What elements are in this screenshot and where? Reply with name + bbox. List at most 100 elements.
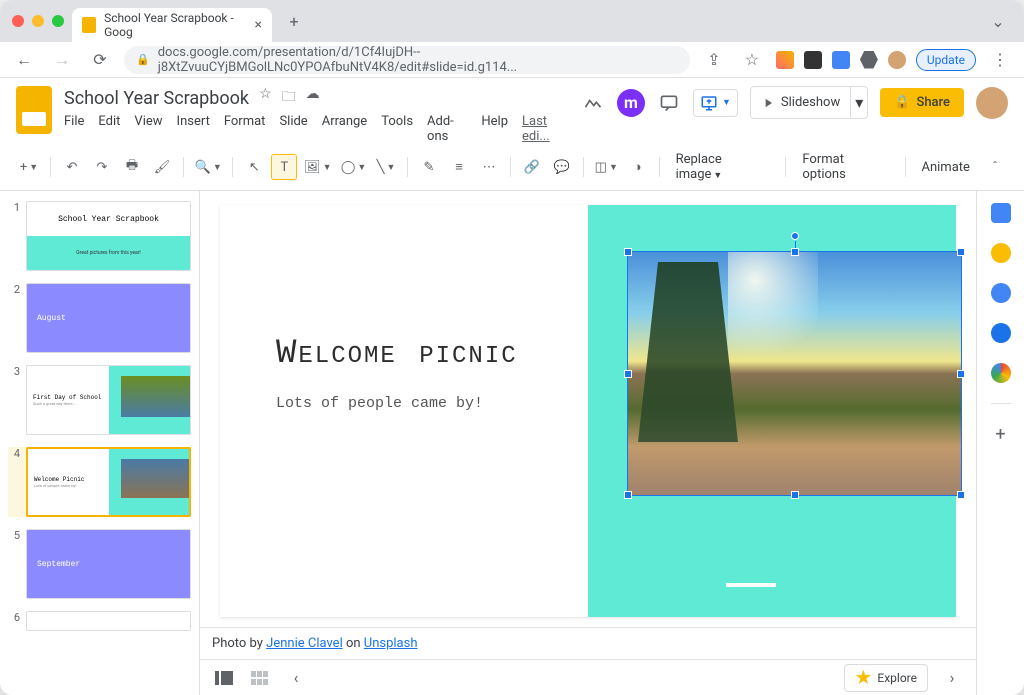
format-options-button[interactable]: Format options: [794, 148, 896, 186]
slide-title-text[interactable]: Welcome picnic: [276, 335, 518, 373]
link-button[interactable]: 🔗: [519, 154, 545, 180]
resize-handle-se[interactable]: [957, 491, 965, 499]
image-tool[interactable]: 🖼▼: [301, 154, 334, 180]
menu-addons[interactable]: Add-ons: [427, 114, 467, 144]
menu-tools[interactable]: Tools: [381, 114, 413, 144]
menu-slide[interactable]: Slide: [279, 114, 307, 144]
resize-handle-nw[interactable]: [624, 248, 632, 256]
window-controls[interactable]: [12, 15, 64, 27]
select-tool[interactable]: ↖: [241, 154, 267, 180]
redo-button[interactable]: ↷: [89, 154, 115, 180]
menu-view[interactable]: View: [134, 114, 162, 144]
slideshow-dropdown[interactable]: ▾: [851, 86, 868, 119]
resize-handle-n[interactable]: [791, 248, 799, 256]
menu-insert[interactable]: Insert: [177, 114, 210, 144]
expand-tabs-icon[interactable]: ⌄: [984, 7, 1012, 35]
slide-canvas[interactable]: Welcome picnic Lots of people came by!: [220, 205, 956, 617]
undo-button[interactable]: ↶: [59, 154, 85, 180]
contacts-icon[interactable]: [991, 323, 1011, 343]
side-panel-toggle-icon[interactable]: ›: [940, 669, 964, 687]
star-icon[interactable]: ☆: [259, 86, 272, 110]
paint-format-button[interactable]: 🖌: [149, 154, 175, 180]
bookmark-icon[interactable]: ☆: [738, 46, 766, 74]
animate-button[interactable]: Animate: [913, 156, 977, 179]
crop-button[interactable]: ◫▼: [592, 154, 621, 180]
comments-icon[interactable]: [657, 91, 681, 115]
border-color-button[interactable]: ✎: [416, 154, 442, 180]
photo-author-link[interactable]: Jennie Clavel: [266, 636, 343, 651]
new-tab-button[interactable]: +: [280, 7, 308, 35]
resize-handle-s[interactable]: [791, 491, 799, 499]
minimize-window[interactable]: [32, 15, 44, 27]
explore-button[interactable]: Explore: [844, 664, 928, 692]
slide-subtitle-text[interactable]: Lots of people came by!: [276, 395, 483, 412]
thumbnail-3[interactable]: 3 First Day of SchoolSuch a great day th…: [8, 365, 191, 435]
thumbnail-1[interactable]: 1 School Year Scrapbook Great pictures f…: [8, 201, 191, 271]
rotate-handle[interactable]: [791, 232, 799, 240]
thumbnail-4[interactable]: 4 Welcome PicnicLots of people came by!: [8, 447, 191, 517]
slideshow-button[interactable]: Slideshow: [750, 86, 851, 119]
grid-view-button[interactable]: [248, 669, 272, 687]
move-icon[interactable]: 🗀: [282, 86, 296, 110]
document-title[interactable]: School Year Scrapbook: [64, 88, 249, 109]
resize-handle-e[interactable]: [957, 370, 965, 378]
collapse-toolbar-icon[interactable]: ˆ: [982, 154, 1008, 180]
speaker-notes[interactable]: Photo by Jennie Clavel on Unsplash: [200, 627, 976, 659]
calendar-icon[interactable]: [991, 203, 1011, 223]
thumbnail-2[interactable]: 2 August: [8, 283, 191, 353]
photo-source-link[interactable]: Unsplash: [364, 636, 418, 651]
close-window[interactable]: [12, 15, 24, 27]
extension-1-icon[interactable]: [776, 51, 794, 69]
reload-button[interactable]: ⟳: [86, 46, 114, 74]
cloud-status-icon[interactable]: ☁: [306, 86, 320, 110]
extensions-menu-icon[interactable]: [860, 51, 878, 69]
browser-tab[interactable]: School Year Scrapbook - Goog ×: [72, 8, 272, 42]
extension-2-icon[interactable]: [804, 51, 822, 69]
border-dash-button[interactable]: ⋯: [476, 154, 502, 180]
forward-button[interactable]: →: [48, 46, 76, 74]
filmstrip-view-button[interactable]: [212, 669, 236, 687]
shape-tool[interactable]: ◯▼: [338, 154, 369, 180]
present-dropdown[interactable]: ▼: [693, 89, 738, 117]
share-url-icon[interactable]: ⇪: [700, 46, 728, 74]
chrome-menu-icon[interactable]: ⋮: [986, 46, 1014, 74]
menu-arrange[interactable]: Arrange: [322, 114, 367, 144]
comment-button[interactable]: 💬: [549, 154, 575, 180]
user-avatar[interactable]: [976, 87, 1008, 119]
last-edit-link[interactable]: Last edi...: [522, 114, 569, 144]
collapse-filmstrip-icon[interactable]: ‹: [284, 669, 308, 687]
mask-button[interactable]: ◑: [625, 154, 651, 180]
thumbnail-5[interactable]: 5 September: [8, 529, 191, 599]
keep-icon[interactable]: [991, 243, 1011, 263]
back-button[interactable]: ←: [10, 46, 38, 74]
slides-logo[interactable]: [16, 86, 52, 134]
print-button[interactable]: 🖶: [119, 154, 145, 180]
menu-edit[interactable]: Edit: [98, 114, 120, 144]
tasks-icon[interactable]: [991, 283, 1011, 303]
textbox-tool[interactable]: T: [271, 154, 297, 180]
resize-handle-sw[interactable]: [624, 491, 632, 499]
resize-handle-w[interactable]: [624, 370, 632, 378]
profile-avatar-icon[interactable]: [888, 51, 906, 69]
maximize-window[interactable]: [52, 15, 64, 27]
replace-image-button[interactable]: Replace image▼: [668, 148, 778, 186]
resize-handle-ne[interactable]: [957, 248, 965, 256]
selected-image[interactable]: [627, 251, 962, 496]
menu-format[interactable]: Format: [224, 114, 266, 144]
border-weight-button[interactable]: ≡: [446, 154, 472, 180]
share-button[interactable]: 🔒 Share: [880, 88, 964, 117]
zoom-button[interactable]: 🔍▼: [192, 154, 224, 180]
new-slide-button[interactable]: +▼: [16, 154, 42, 180]
address-bar[interactable]: 🔒 docs.google.com/presentation/d/1Cf4Iuj…: [124, 46, 690, 74]
add-addon-icon[interactable]: +: [991, 424, 1011, 444]
filmstrip[interactable]: 1 School Year Scrapbook Great pictures f…: [0, 191, 200, 695]
mote-extension-icon[interactable]: m: [617, 89, 645, 117]
menu-help[interactable]: Help: [481, 114, 508, 144]
line-tool[interactable]: ╲▼: [373, 154, 399, 180]
menu-file[interactable]: File: [64, 114, 84, 144]
extension-3-icon[interactable]: [832, 51, 850, 69]
activity-icon[interactable]: [581, 91, 605, 115]
update-button[interactable]: Update: [916, 49, 976, 71]
thumbnail-6[interactable]: 6: [8, 611, 191, 631]
close-tab-icon[interactable]: ×: [255, 17, 262, 33]
